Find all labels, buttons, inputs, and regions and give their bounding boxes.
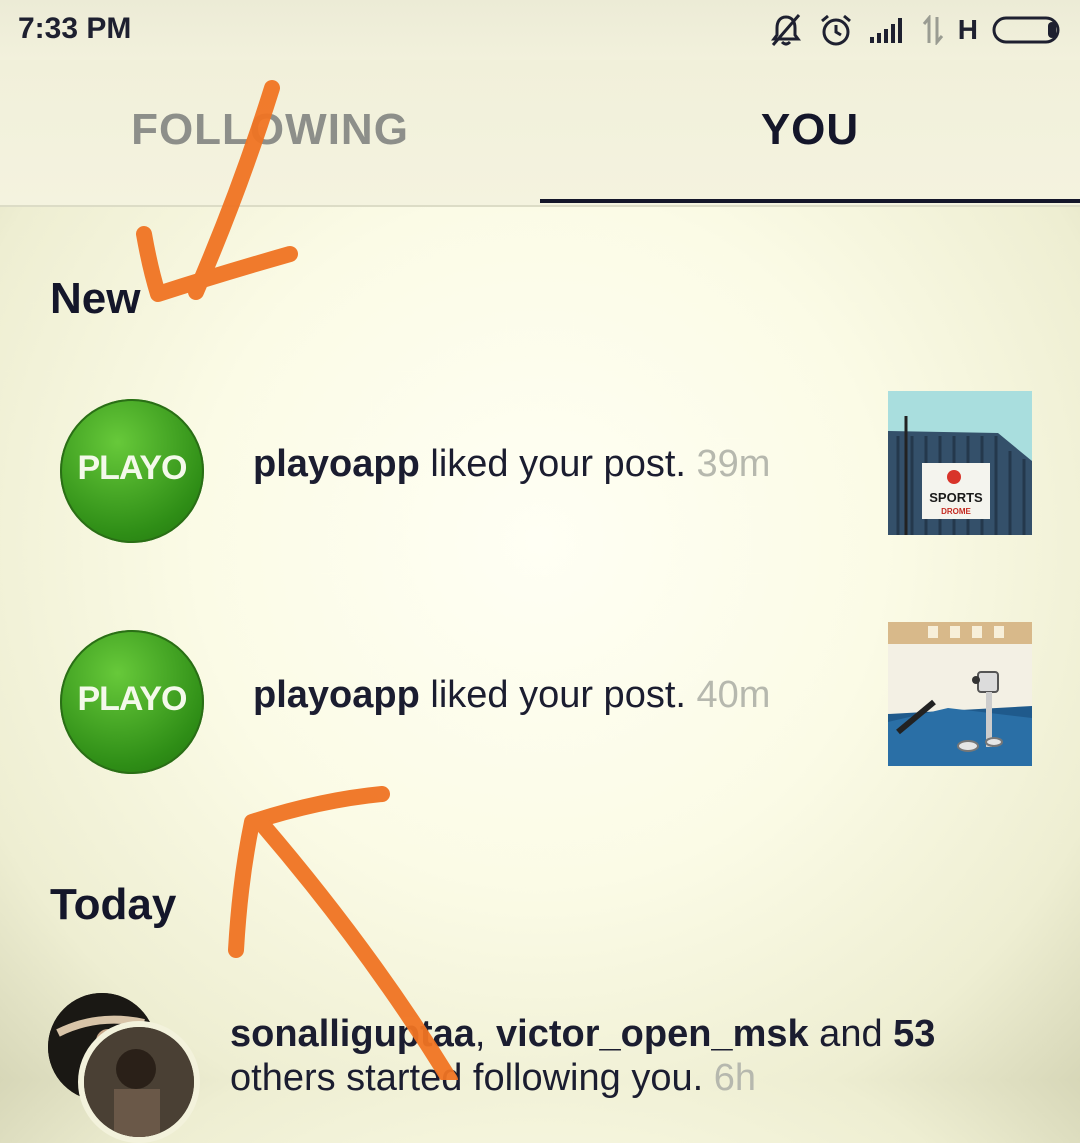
username-link[interactable]: playoapp (253, 443, 420, 485)
battery-icon (992, 15, 1064, 45)
thumbnail-sign-subtext: DROME (941, 507, 971, 516)
section-title-new: New (50, 274, 141, 323)
avatar[interactable]: PLAYO (60, 399, 204, 543)
active-tab-indicator (540, 199, 1080, 203)
tab-you[interactable]: YOU (540, 105, 1080, 155)
follow-notification-text: sonalliguptaa, victor_open_msk and 53 ot… (230, 1012, 1050, 1100)
post-thumbnail[interactable]: SPORTS DROME (888, 391, 1032, 535)
separator: , (474, 1013, 497, 1055)
avatar[interactable]: PLAYO (60, 630, 204, 774)
notification-text: playoapp liked your post. 40m (253, 674, 770, 717)
username-link[interactable]: playoapp (253, 674, 420, 716)
notification-text: playoapp liked your post. 39m (253, 443, 770, 486)
bell-off-icon (768, 12, 804, 48)
others-count: 53 (893, 1013, 936, 1055)
thumbnail-sign-text: SPORTS (929, 490, 983, 505)
notification-action: others started following you. (230, 1057, 704, 1099)
arrow-annotation-bottom-head (228, 786, 390, 958)
alarm-icon (818, 12, 854, 48)
status-bar: 7:33 PM H (0, 0, 1080, 60)
playo-logo: PLAYO (77, 680, 187, 718)
notification-row[interactable]: PLAYO playoapp liked your post. 40m (0, 622, 1080, 780)
notification-row[interactable]: PLAYO playoapp liked your post. 39m SPOR… (0, 391, 1080, 549)
avatar[interactable] (48, 993, 200, 1143)
notification-time: 6h (703, 1057, 756, 1099)
data-arrows-icon (922, 15, 944, 45)
network-type: H (957, 14, 978, 45)
tab-following[interactable]: FOLLOWING (0, 105, 540, 155)
notification-action: liked your post. (419, 443, 686, 485)
section-title-today: Today (50, 880, 177, 929)
avatar-secondary (78, 1021, 200, 1143)
playo-logo: PLAYO (77, 449, 187, 487)
status-icons: H (768, 10, 1064, 50)
conjunction: and (808, 1013, 894, 1055)
post-thumbnail[interactable] (888, 622, 1032, 766)
notification-action: liked your post. (419, 674, 686, 716)
arrow-annotation-top-head (136, 226, 298, 302)
signal-icon (868, 15, 908, 45)
username-link[interactable]: victor_open_msk (496, 1013, 809, 1055)
notification-time: 39m (685, 443, 771, 485)
username-link[interactable]: sonalliguptaa (230, 1013, 475, 1055)
status-time: 7:33 PM (18, 12, 132, 45)
notification-time: 40m (685, 674, 771, 716)
activity-tabs: FOLLOWING YOU (0, 60, 1080, 207)
